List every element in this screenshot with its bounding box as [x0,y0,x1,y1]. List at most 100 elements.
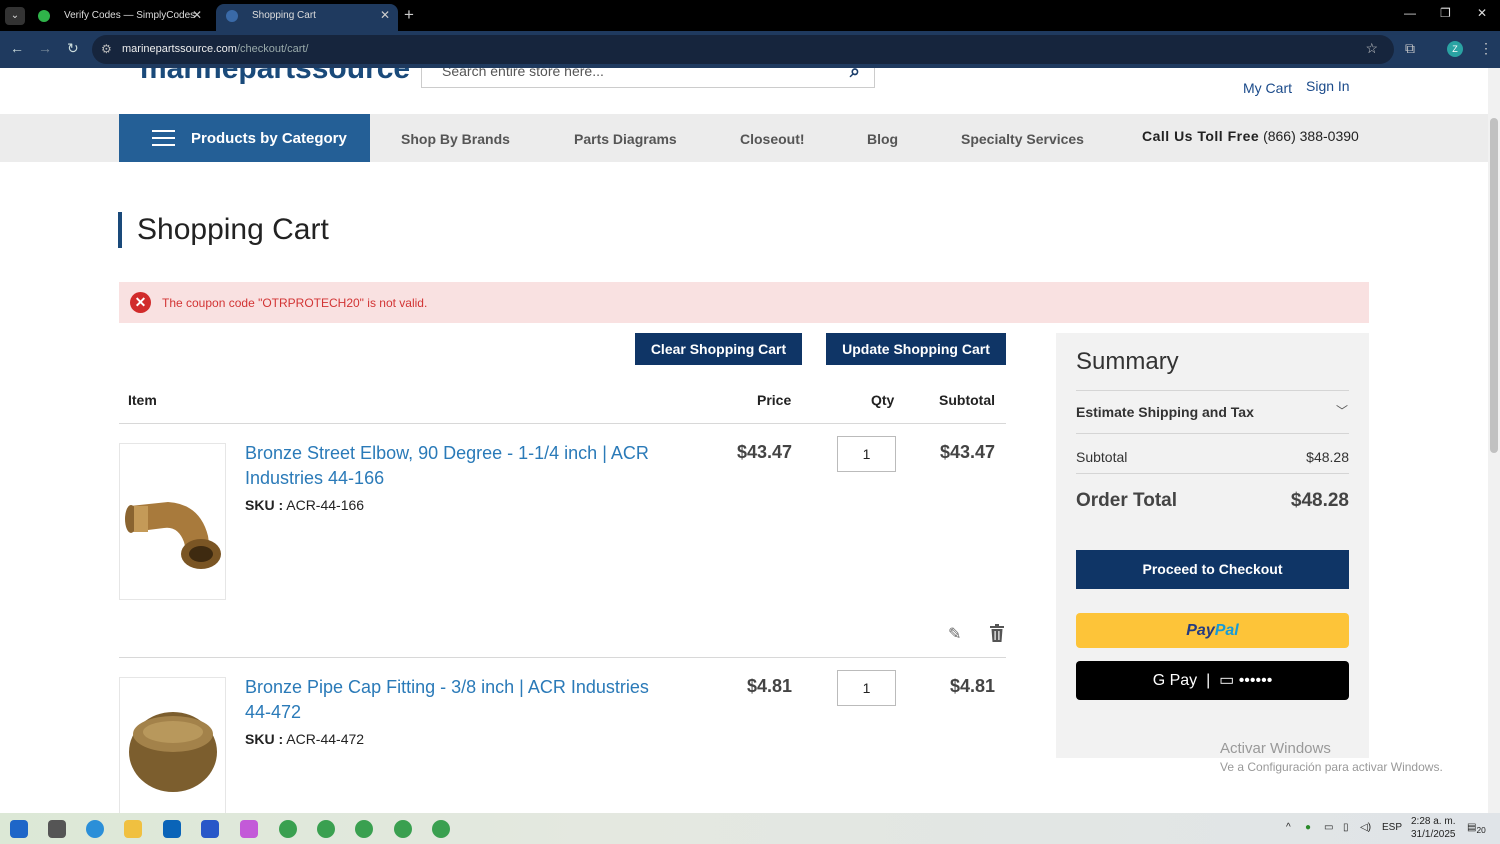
error-x-icon: ✕ [130,292,151,313]
product-sku: SKU : ACR-44-166 [245,497,364,513]
update-cart-button[interactable]: Update Shopping Cart [826,333,1006,365]
chrome-icon[interactable] [317,820,335,838]
product-image-elbow[interactable] [119,443,226,600]
summary-title: Summary [1076,348,1179,375]
url-path: /checkout/cart/ [236,43,309,55]
restore-icon[interactable]: ❐ [1440,6,1451,20]
sku-label: SKU : [245,731,284,747]
windows-activation-watermark: Activar Windows [1220,740,1331,757]
scrollbar-thumb[interactable] [1490,118,1498,453]
paypal-pal-text: Pal [1214,622,1239,639]
forward-icon[interactable]: → [38,40,52,56]
close-tab-icon[interactable]: ✕ [380,4,390,27]
task-view-icon[interactable] [48,820,66,838]
card-icon: ▭ [1219,672,1235,689]
nav-closeout[interactable]: Closeout! [740,131,805,147]
item-price: $4.81 [746,676,792,696]
close-tab-icon[interactable]: ✕ [192,4,202,27]
tray-chevron-icon[interactable]: ^ [1286,822,1291,833]
clear-cart-button[interactable]: Clear Shopping Cart [635,333,802,365]
tab-label: Verify Codes — SimplyCodes [64,10,196,21]
sign-in-link[interactable]: Sign In [1306,78,1350,94]
language-indicator[interactable]: ESP [1382,822,1402,833]
summary-divider [1076,473,1349,474]
minimize-icon[interactable]: — [1404,6,1416,20]
product-image-cap[interactable] [119,677,226,813]
site-logo[interactable]: marinepartssource [140,68,410,86]
product-name-link[interactable]: Bronze Pipe Cap Fitting - 3/8 inch | ACR… [245,675,665,725]
paypal-pay-text: Pay [1186,622,1215,639]
sku-label: SKU : [245,497,284,513]
product-sku: SKU : ACR-44-472 [245,731,364,747]
qty-input[interactable]: 1 [837,436,896,472]
estimate-shipping-toggle[interactable]: Estimate Shipping and Tax [1076,404,1254,420]
battery-icon[interactable]: ▯ [1343,822,1349,833]
order-total-value: $48.28 [1290,490,1349,511]
trash-icon[interactable] [989,624,1005,642]
nav-shop-by-brands[interactable]: Shop By Brands [401,131,510,147]
toll-free-label: Call Us Toll Free [1142,128,1260,144]
network-icon[interactable]: ▭ [1324,822,1333,833]
tray-app-icon[interactable]: ● [1305,822,1311,833]
file-explorer-icon[interactable] [124,820,142,838]
notification-count: 20 [1476,825,1486,835]
alert-message: The coupon code "OTRPROTECH20" is not va… [162,296,428,310]
edit-pencil-icon[interactable]: ✎ [948,624,961,644]
paypal-button[interactable]: PayPal [1076,613,1349,648]
url-field[interactable]: ⚙ marinepartssource.com/checkout/cart/ ☆ [92,35,1394,64]
chevron-down-icon[interactable]: ﹀ [1336,402,1348,419]
my-cart-link[interactable]: My Cart [1243,80,1292,96]
tab-shopping-cart[interactable]: Shopping Cart ✕ [216,4,398,31]
outlook-icon[interactable] [163,820,181,838]
reload-icon[interactable]: ↻ [67,40,79,57]
site-info-icon[interactable]: ⚙ [101,42,112,56]
edge-icon[interactable] [86,820,104,838]
chrome-icon[interactable] [355,820,373,838]
store-icon[interactable] [201,820,219,838]
windows-taskbar: ^ ● ▭ ▯ ◁) ESP 2:28 a. m. 31/1/2025 ▤20 [0,813,1500,844]
nav-parts-diagrams[interactable]: Parts Diagrams [574,131,677,147]
back-icon[interactable]: ← [10,40,24,56]
bronze-cap-image [129,712,217,792]
profile-avatar[interactable]: Z [1447,41,1463,57]
toll-free-phone[interactable]: Call Us Toll Free (866) 388-0390 [1142,128,1359,144]
site-favicon-icon [226,10,238,22]
order-summary: Summary Estimate Shipping and Tax ﹀ Subt… [1056,333,1369,758]
search-icon[interactable]: ⌕ [850,68,860,82]
new-tab-button[interactable]: + [404,5,414,25]
nav-blog[interactable]: Blog [867,131,898,147]
clock-time: 2:28 a. m. [1411,816,1456,827]
search-input[interactable]: Search entire store here... ⌕ [421,68,875,88]
chrome-icon[interactable] [394,820,412,838]
browser-menu-icon[interactable]: ⋮ [1479,40,1493,57]
col-header-subtotal: Subtotal [939,392,995,408]
page-title: Shopping Cart [137,213,329,246]
close-window-icon[interactable]: ✕ [1477,6,1487,20]
copilot-icon[interactable] [240,820,258,838]
nav-specialty-services[interactable]: Specialty Services [961,131,1084,147]
chrome-icon[interactable] [279,820,297,838]
sku-value: ACR-44-166 [286,497,365,513]
volume-icon[interactable]: ◁) [1360,822,1371,833]
system-clock[interactable]: 2:28 a. m. 31/1/2025 [1411,815,1456,841]
summary-divider [1076,433,1349,434]
item-subtotal: $43.47 [939,442,995,462]
gpay-label: G Pay [1152,672,1198,689]
url-host: marinepartssource.com [122,43,237,55]
extensions-icon[interactable]: ⧉ [1405,40,1415,57]
qty-input[interactable]: 1 [837,670,896,706]
bookmark-star-icon[interactable]: ☆ [1365,40,1378,57]
products-by-category-button[interactable]: Products by Category [119,114,370,162]
windows-start-icon[interactable] [10,820,28,838]
browser-tab-bar: ⌄ Verify Codes — SimplyCodes ✕ Shopping … [0,0,1500,31]
page-scrollbar[interactable] [1488,68,1500,813]
proceed-to-checkout-button[interactable]: Proceed to Checkout [1076,550,1349,589]
tab-search-button[interactable]: ⌄ [5,7,25,25]
sku-value: ACR-44-472 [286,731,365,747]
product-name-link[interactable]: Bronze Street Elbow, 90 Degree - 1-1/4 i… [245,441,665,491]
google-pay-button[interactable]: G Pay | ▭ •••••• [1076,661,1349,700]
item-subtotal: $4.81 [949,676,995,696]
tab-verify-codes[interactable]: Verify Codes — SimplyCodes ✕ [28,4,210,31]
chrome-icon[interactable] [432,820,450,838]
notifications-icon[interactable]: ▤20 [1467,822,1486,835]
